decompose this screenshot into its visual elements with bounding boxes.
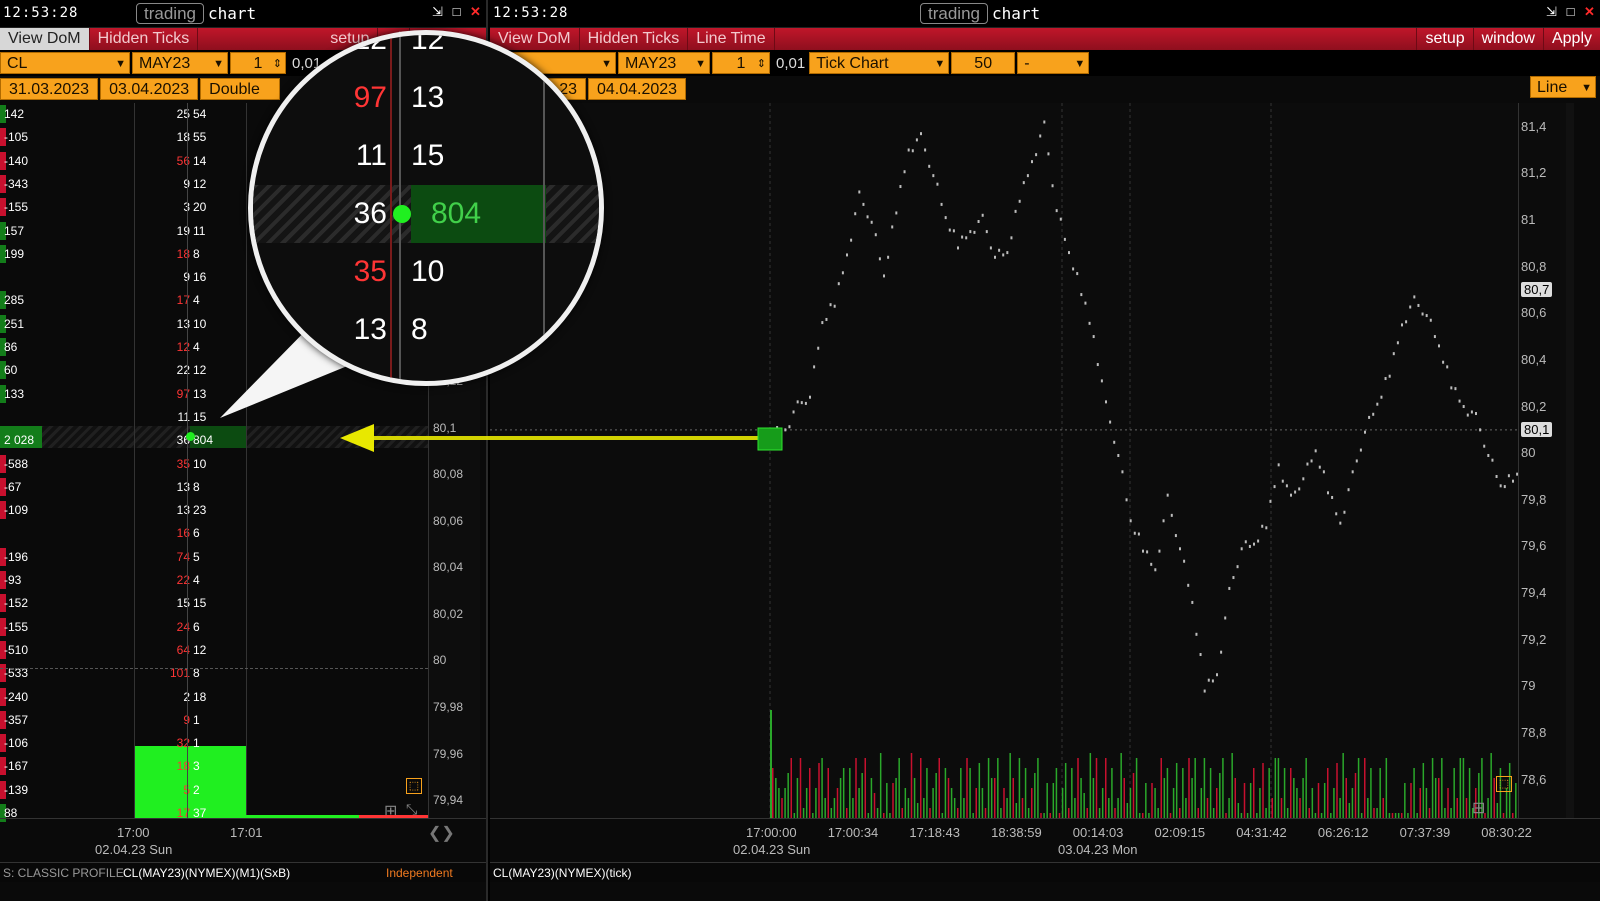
mag-bid: 13 <box>353 313 387 346</box>
mag-divider <box>543 35 545 381</box>
mag-bid: 11 <box>355 139 387 172</box>
mag-bid: 22 <box>353 30 387 56</box>
mag-ask: 10 <box>411 255 445 288</box>
mag-bid: 35 <box>353 255 387 288</box>
mag-ask: 13 <box>411 81 445 114</box>
mag-ask: 804 <box>431 197 482 230</box>
magnifier-lens: 22 12 97 13 11 15 36 804 35 10 13 8 <box>248 30 604 386</box>
mag-ask: 12 <box>411 30 445 56</box>
mag-bid: 36 <box>353 197 387 230</box>
entry-marker <box>757 427 783 451</box>
mag-bid: 97 <box>353 81 387 114</box>
annotation-overlay <box>220 318 783 452</box>
mag-last-price-dot <box>393 205 411 223</box>
mag-ask: 15 <box>411 139 445 172</box>
yellow-arrow-head <box>340 424 374 452</box>
mag-divider <box>390 35 392 381</box>
mag-ask: 8 <box>411 313 428 346</box>
